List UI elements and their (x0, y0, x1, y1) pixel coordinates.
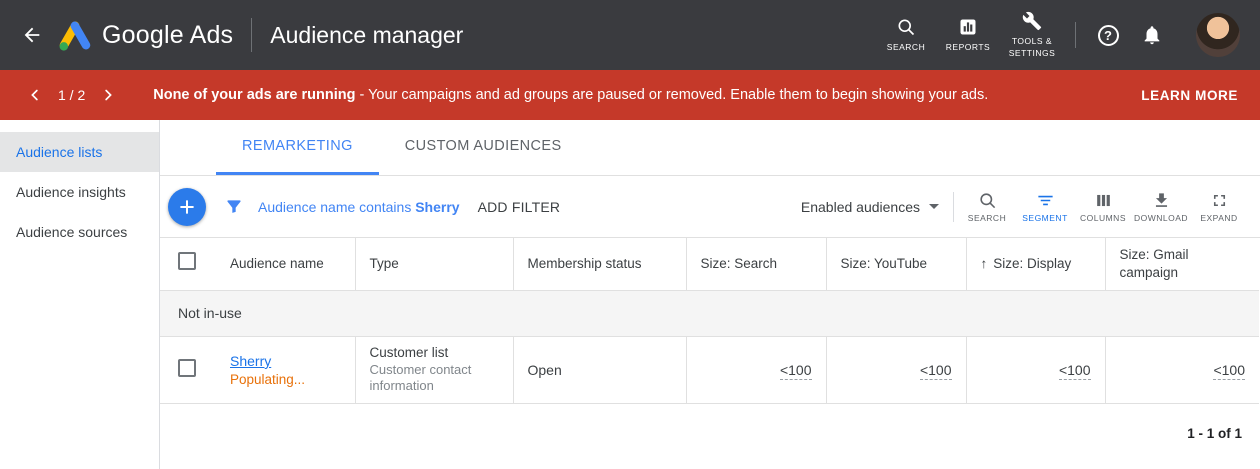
table-search-button[interactable]: SEARCH (958, 187, 1016, 227)
banner-message-bold: None of your ads are running (153, 87, 355, 103)
tab-remarketing[interactable]: REMARKETING (216, 120, 379, 175)
banner-page-indicator: 1 / 2 (58, 87, 85, 103)
create-audience-button[interactable] (168, 188, 206, 226)
profile-avatar[interactable] (1196, 13, 1240, 57)
columns-button[interactable]: COLUMNS (1074, 187, 1132, 227)
col-size-search[interactable]: Size: Search (686, 238, 826, 290)
reports-icon (958, 17, 978, 37)
col-size-display[interactable]: ↑Size: Display (966, 238, 1105, 290)
add-filter-button[interactable]: ADD FILTER (478, 199, 561, 215)
alert-banner: 1 / 2 None of your ads are running - You… (0, 70, 1260, 120)
brand-name: Google Ads (102, 21, 233, 50)
bell-icon (1141, 24, 1163, 46)
select-all-checkbox[interactable] (178, 252, 196, 270)
size-display-value[interactable]: <100 (1059, 362, 1091, 380)
table-tools: SEARCH SEGMENT COLUMNS DOWNLOAD EXPAND (958, 187, 1248, 227)
col-audience-name[interactable]: Audience name (216, 238, 355, 290)
table-row: Sherry Populating... Customer list Custo… (160, 336, 1259, 404)
segment-button[interactable]: SEGMENT (1016, 187, 1074, 227)
search-icon (978, 191, 997, 210)
filter-icon (224, 197, 244, 217)
wrench-icon (1022, 11, 1042, 31)
content: Audience lists Audience insights Audienc… (0, 120, 1260, 469)
audience-name-link[interactable]: Sherry (230, 353, 271, 369)
tab-bar: REMARKETING CUSTOM AUDIENCES (160, 120, 1260, 176)
audience-state-dropdown[interactable]: Enabled audiences (801, 199, 939, 215)
col-size-youtube[interactable]: Size: YouTube (826, 238, 966, 290)
table-header-row: Audience name Type Membership status Siz… (160, 238, 1259, 290)
size-youtube-value[interactable]: <100 (920, 362, 952, 380)
banner-pagination: 1 / 2 (24, 84, 119, 106)
toolbar-divider (953, 192, 954, 222)
chevron-right-icon (99, 86, 117, 104)
chevron-left-icon (26, 86, 44, 104)
sidebar: Audience lists Audience insights Audienc… (0, 120, 160, 469)
brand[interactable]: Google Ads (58, 20, 233, 51)
filter-condition-text: Audience name contains (258, 199, 411, 215)
membership-status-value: Open (513, 336, 686, 404)
segment-icon (1036, 191, 1055, 210)
col-size-gmail[interactable]: Size: Gmail campaign (1105, 238, 1259, 290)
group-label: Not in-use (160, 290, 1259, 336)
sidebar-item-audience-lists[interactable]: Audience lists (0, 132, 159, 172)
banner-next-button[interactable] (97, 84, 119, 106)
header-actions: SEARCH REPORTS TOOLS & SETTINGS ? (875, 11, 1240, 58)
help-icon: ? (1098, 25, 1119, 46)
row-checkbox[interactable] (178, 359, 196, 377)
expand-icon (1210, 191, 1229, 210)
search-icon (896, 17, 916, 37)
notifications-button[interactable] (1130, 13, 1174, 57)
audience-table: Audience name Type Membership status Siz… (160, 238, 1259, 404)
pagination-label: 1 - 1 of 1 (1187, 426, 1242, 441)
chevron-down-icon (929, 204, 939, 209)
sort-ascending-icon: ↑ (981, 256, 988, 271)
banner-prev-button[interactable] (24, 84, 46, 106)
back-button[interactable] (12, 15, 52, 55)
size-search-value[interactable]: <100 (780, 362, 812, 380)
group-row: Not in-use (160, 290, 1259, 336)
columns-icon (1094, 191, 1113, 210)
main-panel: REMARKETING CUSTOM AUDIENCES Audience na… (160, 120, 1260, 469)
banner-message: None of your ads are running - Your camp… (153, 87, 988, 103)
size-gmail-value[interactable]: <100 (1213, 362, 1245, 380)
sidebar-item-audience-insights[interactable]: Audience insights (0, 172, 159, 212)
col-type[interactable]: Type (355, 238, 513, 290)
expand-button[interactable]: EXPAND (1190, 187, 1248, 227)
download-button[interactable]: DOWNLOAD (1132, 187, 1190, 227)
col-membership-status[interactable]: Membership status (513, 238, 686, 290)
active-filter-chip[interactable]: Audience name contains Sherry (258, 199, 460, 215)
arrow-left-icon (21, 24, 43, 46)
filter-value-text: Sherry (415, 199, 459, 215)
audience-type-detail: Customer contact information (370, 362, 499, 396)
download-icon (1152, 191, 1171, 210)
plus-icon (177, 197, 197, 217)
page-title: Audience manager (270, 22, 463, 49)
tab-custom-audiences[interactable]: CUSTOM AUDIENCES (379, 120, 588, 175)
nav-reports-button[interactable]: REPORTS (937, 17, 999, 53)
dropdown-selected-value: Enabled audiences (801, 199, 920, 215)
populating-status: Populating... (230, 372, 341, 387)
learn-more-button[interactable]: LEARN MORE (1141, 88, 1238, 103)
audience-type: Customer list (370, 345, 499, 360)
table-footer: 1 - 1 of 1 (160, 404, 1260, 469)
sidebar-item-audience-sources[interactable]: Audience sources (0, 212, 159, 252)
header-divider (251, 18, 252, 52)
banner-message-rest: - Your campaigns and ad groups are pause… (355, 87, 988, 103)
nav-tools-settings-button[interactable]: TOOLS & SETTINGS (999, 11, 1065, 58)
nav-search-button[interactable]: SEARCH (875, 17, 937, 53)
table-toolbar: Audience name contains Sherry ADD FILTER… (160, 176, 1260, 238)
help-button[interactable]: ? (1086, 13, 1130, 57)
google-ads-logo-icon (58, 20, 92, 51)
app-header: Google Ads Audience manager SEARCH REPOR… (0, 0, 1260, 70)
header-divider (1075, 22, 1076, 48)
